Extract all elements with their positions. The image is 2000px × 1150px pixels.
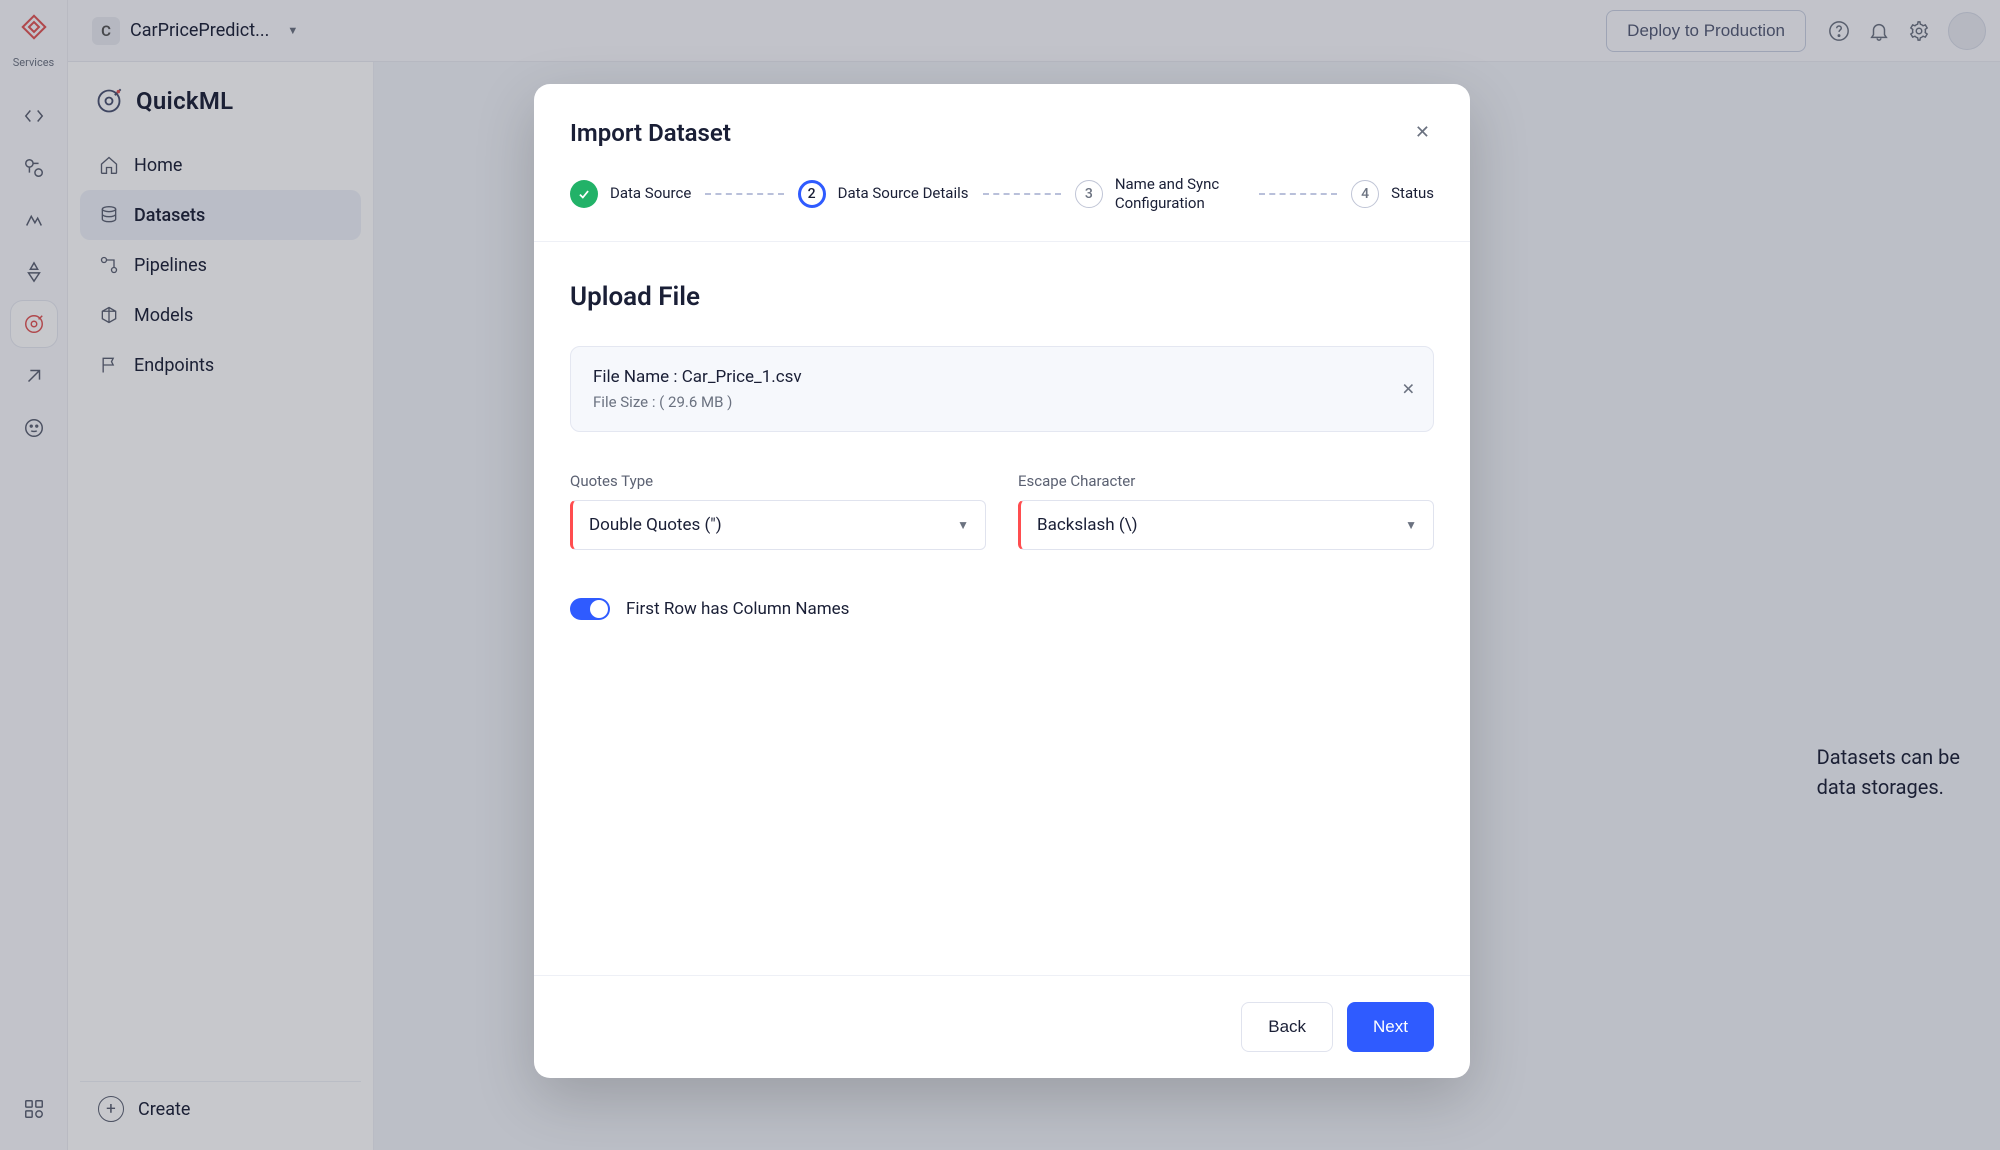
step-data-source: Data Source [570, 180, 691, 208]
escape-char-select[interactable]: Backslash (\) ▼ [1018, 500, 1434, 550]
remove-file-icon[interactable]: ✕ [1402, 379, 1415, 398]
modal-title: Import Dataset [570, 119, 731, 147]
quotes-type-label: Quotes Type [570, 472, 986, 490]
step-details: 2 Data Source Details [798, 180, 969, 208]
section-title: Upload File [570, 282, 1434, 312]
quotes-type-select[interactable]: Double Quotes (") ▼ [570, 500, 986, 550]
step-number: 2 [798, 180, 826, 208]
file-name: File Name : Car_Price_1.csv [593, 367, 1411, 387]
first-row-toggle[interactable] [570, 598, 610, 620]
check-icon [570, 180, 598, 208]
step-config: 3 Name and Sync Configuration [1075, 175, 1245, 213]
chevron-down-icon: ▼ [1405, 518, 1417, 532]
toggle-label: First Row has Column Names [626, 599, 849, 619]
step-number: 4 [1351, 180, 1379, 208]
select-value: Double Quotes (") [589, 515, 722, 535]
step-connector [1259, 193, 1337, 195]
step-number: 3 [1075, 180, 1103, 208]
stepper: Data Source 2 Data Source Details 3 Name… [534, 157, 1470, 242]
step-connector [983, 193, 1061, 195]
step-connector [705, 193, 783, 195]
back-button[interactable]: Back [1241, 1002, 1333, 1052]
import-dataset-modal: Import Dataset ✕ Data Source 2 Data Sour… [534, 84, 1470, 1078]
escape-char-label: Escape Character [1018, 472, 1434, 490]
file-size: File Size : ( 29.6 MB ) [593, 393, 1411, 411]
file-card: File Name : Car_Price_1.csv File Size : … [570, 346, 1434, 432]
close-icon[interactable]: ✕ [1411, 118, 1434, 147]
chevron-down-icon: ▼ [957, 518, 969, 532]
select-value: Backslash (\) [1037, 515, 1138, 535]
step-status: 4 Status [1351, 180, 1434, 208]
next-button[interactable]: Next [1347, 1002, 1434, 1052]
